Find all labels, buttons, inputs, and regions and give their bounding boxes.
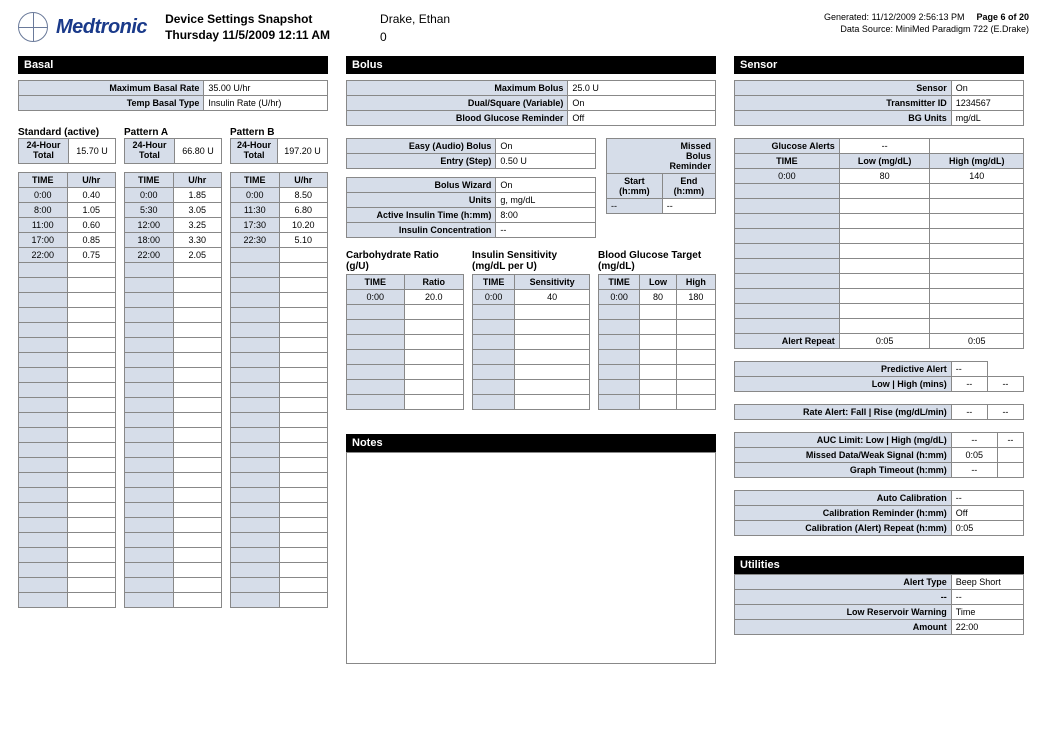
- patient-block: Drake, Ethan 0: [380, 12, 450, 44]
- column-basal: Basal Maximum Basal Rate35.00 U/hr Temp …: [18, 56, 328, 608]
- utilities-table: Alert TypeBeep Short----Low Reservoir Wa…: [734, 574, 1024, 635]
- page-number: Page 6 of 20: [976, 12, 1029, 22]
- glucose-alerts-table: Glucose Alerts-- TIMELow (mg/dL)High (mg…: [734, 138, 1024, 349]
- bolus-kv-2: Easy (Audio) BolusOnEntry (Step)0.50 U: [346, 138, 596, 169]
- globe-icon: [18, 12, 48, 42]
- predictive-alert-table: Predictive Alert--Low | High (mins)----: [734, 361, 1024, 392]
- missed-bolus-table: Missed Bolus Reminder Start (h:mm)End (h…: [606, 138, 716, 214]
- generated-block: Generated: 11/12/2009 2:56:13 PM Page 6 o…: [824, 12, 1029, 34]
- bolus-kv-1: Maximum Bolus25.0 UDual/Square (Variable…: [346, 80, 716, 126]
- basal-heading: Basal: [18, 56, 328, 74]
- basal-pattern: Pattern B24-HourTotal197.20 UTIMEU/hr0:0…: [230, 121, 328, 608]
- sensor-kv-table: SensorOnTransmitter ID1234567BG Unitsmg/…: [734, 80, 1024, 126]
- basal-patterns: Standard (active)24-HourTotal15.70 UTIME…: [18, 121, 328, 608]
- utilities-heading: Utilities: [734, 556, 1024, 574]
- bolus-subtables: Carbohydrate Ratio (g/U)TIMERatio0:0020.…: [346, 250, 716, 410]
- brand-logo: Medtronic: [18, 12, 147, 42]
- patient-zero: 0: [380, 30, 450, 44]
- calibration-table: Auto Calibration--Calibration Reminder (…: [734, 490, 1024, 536]
- basal-pattern: Standard (active)24-HourTotal15.70 UTIME…: [18, 121, 116, 608]
- patient-name: Drake, Ethan: [380, 12, 450, 26]
- generated-time: Generated: 11/12/2009 2:56:13 PM: [824, 12, 964, 22]
- report-header: Medtronic Device Settings Snapshot Thurs…: [18, 12, 1029, 44]
- data-source: Data Source: MiniMed Paradigm 722 (E.Dra…: [824, 24, 1029, 34]
- auc-table: AUC Limit: Low | High (mg/dL)----Missed …: [734, 432, 1024, 478]
- column-sensor: Sensor SensorOnTransmitter ID1234567BG U…: [734, 56, 1024, 635]
- sensor-heading: Sensor: [734, 56, 1024, 74]
- notes-area: [346, 452, 716, 664]
- rate-alert-table: Rate Alert: Fall | Rise (mg/dL/min)----: [734, 404, 1024, 420]
- report-datetime: Thursday 11/5/2009 12:11 AM: [165, 28, 330, 42]
- column-bolus: Bolus Maximum Bolus25.0 UDual/Square (Va…: [346, 56, 716, 664]
- bolus-kv-3: Bolus WizardOnUnitsg, mg/dLActive Insuli…: [346, 177, 596, 238]
- report-title: Device Settings Snapshot: [165, 12, 330, 26]
- basal-summary-table: Maximum Basal Rate35.00 U/hr Temp Basal …: [18, 80, 328, 111]
- bolus-heading: Bolus: [346, 56, 716, 74]
- notes-heading: Notes: [346, 434, 716, 452]
- brand-text: Medtronic: [56, 16, 147, 39]
- report-title-block: Device Settings Snapshot Thursday 11/5/2…: [165, 12, 330, 42]
- basal-pattern: Pattern A24-HourTotal66.80 UTIMEU/hr0:00…: [124, 121, 222, 608]
